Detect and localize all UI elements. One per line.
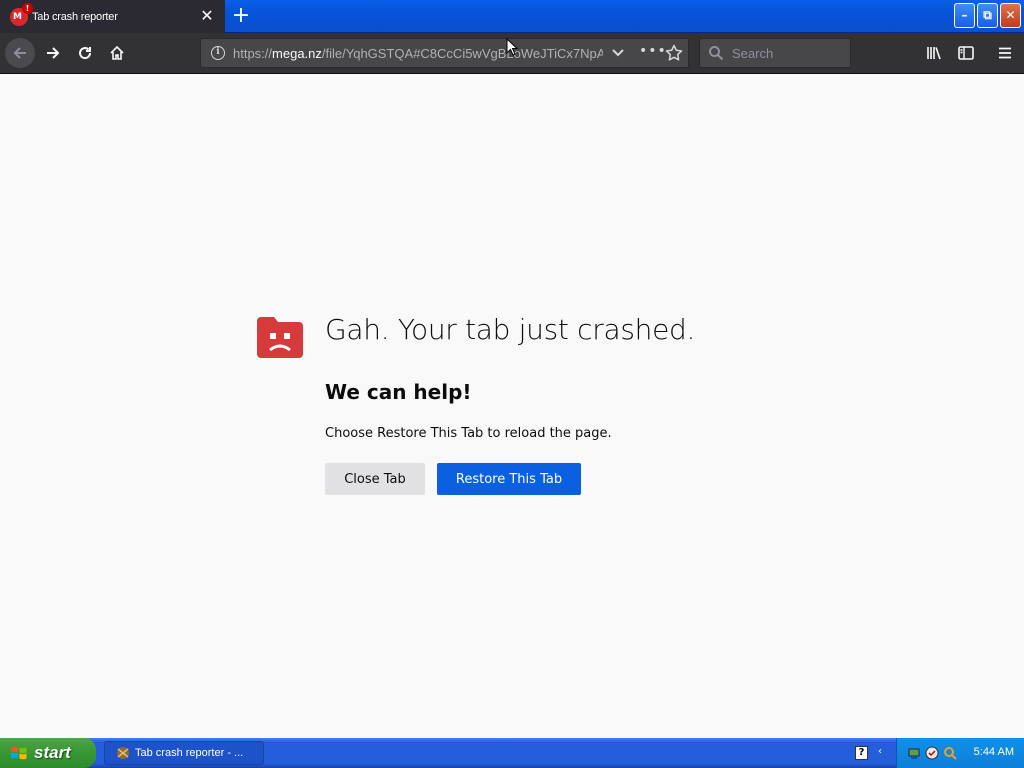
hamburger-menu-icon[interactable]	[996, 44, 1014, 62]
taskbar-item-label: Tab crash reporter - ...	[135, 747, 244, 759]
clock: 5:44 AM	[973, 746, 1014, 758]
security-shield-icon[interactable]	[925, 746, 939, 760]
tab-title: Tab crash reporter	[32, 10, 118, 23]
tab-crash-reporter[interactable]: ! Tab crash reporter ✕	[0, 0, 225, 33]
close-tab-button[interactable]: Close Tab	[325, 463, 425, 495]
forward-button[interactable]	[38, 38, 68, 68]
title-bar: ! Tab crash reporter ✕ + – ⧉ ✕	[0, 0, 1024, 33]
minimize-button[interactable]: –	[954, 3, 975, 28]
taskbar-item-tab-crash-reporter[interactable]: Tab crash reporter - ...	[104, 741, 264, 765]
search-tray-icon[interactable]	[943, 746, 957, 760]
close-window-button[interactable]: ✕	[1000, 3, 1021, 28]
url-prefix: https://	[233, 45, 273, 61]
url-bar[interactable]: i https://mega.nz/file/YqhGSTQA#C8CcCi5w…	[200, 38, 689, 68]
url-text[interactable]: https://mega.nz/file/YqhGSTQA#C8CcCi5wVg…	[233, 46, 603, 61]
start-label: start	[34, 743, 71, 762]
firefox-crash-icon	[117, 747, 129, 759]
home-icon	[110, 45, 124, 60]
help-icon[interactable]: ?	[855, 746, 868, 760]
sad-folder-icon	[257, 317, 303, 358]
mega-favicon-icon: !	[10, 2, 33, 26]
chevron-down-icon[interactable]	[610, 46, 626, 60]
crash-description: Choose Restore This Tab to reload the pa…	[325, 426, 612, 441]
back-button[interactable]	[5, 38, 35, 68]
network-icon[interactable]	[907, 746, 921, 760]
url-domain: mega.nz	[272, 45, 322, 61]
crash-subtitle: We can help!	[325, 380, 472, 404]
crash-title: Gah. Your tab just crashed.	[325, 313, 696, 346]
search-icon	[709, 46, 724, 61]
reload-icon	[79, 47, 92, 60]
restore-tab-button[interactable]: Restore This Tab	[437, 463, 581, 495]
tray-expand-icon[interactable]: ‹	[878, 746, 882, 757]
arrow-left-icon	[13, 47, 26, 59]
reload-button[interactable]	[70, 38, 100, 68]
crash-badge-icon: !	[22, 2, 33, 14]
library-icon[interactable]	[925, 44, 943, 62]
arrow-right-icon	[47, 47, 60, 59]
windows-logo-icon	[11, 746, 27, 760]
sidebar-icon[interactable]	[957, 44, 975, 62]
search-bar[interactable]: Search	[699, 38, 851, 68]
tab-close-icon[interactable]: ✕	[199, 8, 215, 24]
home-button[interactable]	[102, 38, 132, 68]
url-path: /file/YqhGSTQA#C8CcCi5wVgBLoWeJTiCx7NpAj…	[321, 45, 603, 61]
new-tab-button[interactable]: +	[230, 5, 252, 27]
page-actions-button[interactable]: •••	[639, 43, 667, 59]
mouse-cursor-icon	[506, 38, 518, 56]
taskbar: start Tab crash reporter - ... ? ‹ 5:44 …	[0, 738, 1024, 768]
search-placeholder: Search	[732, 45, 774, 61]
system-tray: 5:44 AM	[896, 738, 1024, 768]
star-icon[interactable]	[665, 44, 683, 62]
maximize-button[interactable]: ⧉	[977, 3, 998, 28]
site-info-icon[interactable]: i	[211, 46, 225, 60]
start-button[interactable]: start	[0, 738, 96, 768]
crash-page: Gah. Your tab just crashed. We can help!…	[0, 75, 1024, 738]
